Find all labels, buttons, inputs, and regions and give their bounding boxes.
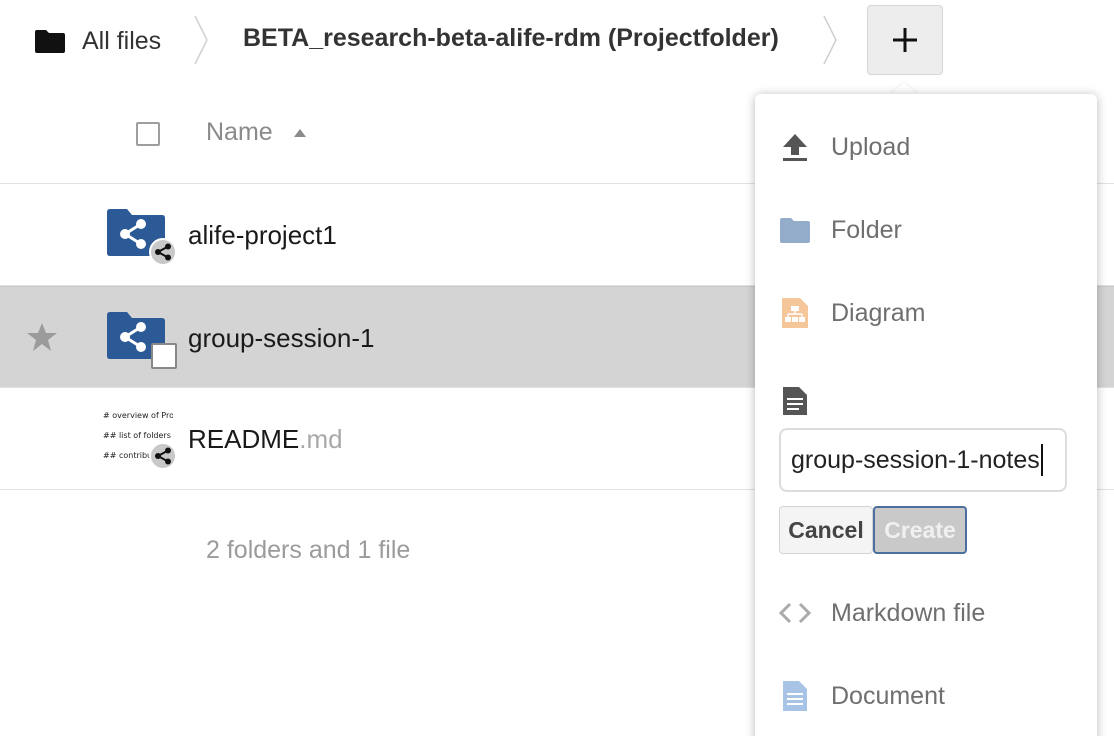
document-icon xyxy=(779,680,811,712)
shared-folder-thumbnail[interactable] xyxy=(107,208,179,270)
diagram-icon xyxy=(779,297,811,329)
menu-item-document[interactable]: Document xyxy=(755,666,1097,726)
file-list-summary: 2 folders and 1 file xyxy=(206,536,411,564)
code-brackets-icon xyxy=(779,597,811,629)
upload-icon xyxy=(779,131,811,163)
star-icon[interactable] xyxy=(26,321,58,353)
share-icon[interactable] xyxy=(149,442,177,470)
menu-item-markdown-file[interactable]: Markdown file xyxy=(755,583,1097,643)
file-extension: .md xyxy=(299,424,343,454)
share-icon[interactable] xyxy=(149,238,177,266)
new-file-name-input[interactable]: group-session-1-notes xyxy=(779,428,1067,492)
folder-icon xyxy=(779,214,811,246)
create-button[interactable]: Create xyxy=(873,506,967,554)
chevron-right-icon xyxy=(823,15,837,65)
sort-ascending-icon xyxy=(293,128,306,137)
row-select-checkbox[interactable] xyxy=(151,343,177,369)
folder-icon xyxy=(35,30,65,53)
shared-folder-thumbnail[interactable] xyxy=(107,311,179,373)
breadcrumb: All files BETA_research-beta-alife-rdm (… xyxy=(0,0,1114,80)
select-all-checkbox[interactable] xyxy=(136,122,160,146)
menu-item-label: Folder xyxy=(831,215,902,244)
text-file-icon xyxy=(783,387,807,415)
breadcrumb-all-files-label: All files xyxy=(82,26,162,55)
name-column-header[interactable]: Name xyxy=(206,118,307,147)
menu-item-diagram[interactable]: Diagram xyxy=(755,283,1097,343)
file-basename: README xyxy=(188,424,300,454)
file-name[interactable]: alife-project1 xyxy=(188,220,337,251)
file-name[interactable]: README.md xyxy=(188,424,343,455)
name-column-label: Name xyxy=(206,118,273,146)
add-new-button[interactable] xyxy=(867,5,943,75)
menu-item-folder[interactable]: Folder xyxy=(755,200,1097,260)
breadcrumb-current-folder[interactable]: BETA_research-beta-alife-rdm (Projectfol… xyxy=(243,24,779,53)
new-file-form: group-session-1-notes Cancel Create xyxy=(755,380,1097,556)
menu-item-label: Diagram xyxy=(831,298,926,327)
new-file-name-value: group-session-1-notes xyxy=(791,445,1040,474)
menu-item-label: Document xyxy=(831,681,945,710)
menu-item-upload[interactable]: Upload xyxy=(755,117,1097,177)
plus-icon xyxy=(893,28,917,52)
chevron-right-icon xyxy=(194,15,208,65)
preview-line: # overview of Pro xyxy=(103,411,173,420)
file-name[interactable]: group-session-1 xyxy=(188,323,374,354)
cancel-button[interactable]: Cancel xyxy=(779,506,873,554)
breadcrumb-all-files[interactable]: All files xyxy=(35,26,165,56)
text-caret xyxy=(1040,444,1043,476)
menu-item-label: Markdown file xyxy=(831,598,986,627)
menu-item-label: Upload xyxy=(831,132,911,161)
new-item-menu: Upload Folder Diagram group-session-1-no… xyxy=(755,94,1097,736)
